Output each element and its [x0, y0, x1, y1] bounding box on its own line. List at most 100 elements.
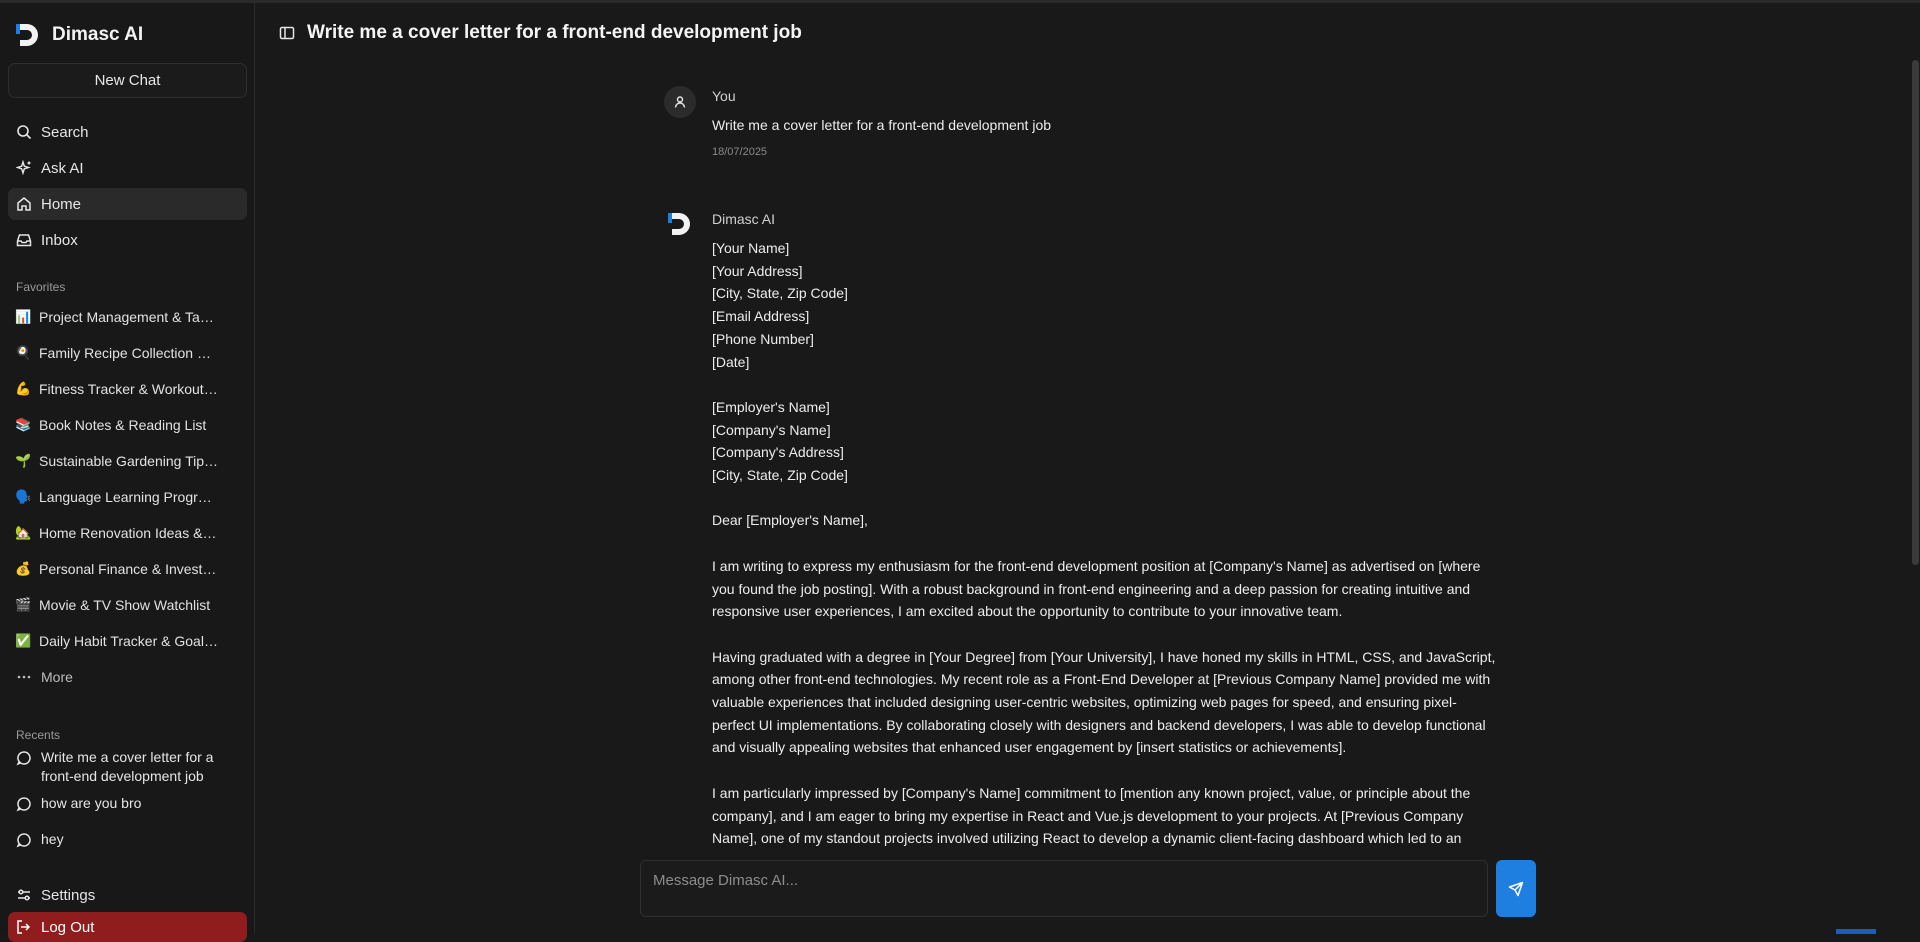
sidebar-item-ask-ai[interactable]: Ask AI — [8, 152, 247, 184]
ai-message-line: [Your Address] — [712, 262, 803, 279]
ai-message-body: [Your Name] [Your Address] [City, State, Z… — [712, 237, 1512, 847]
ai-message-line — [712, 373, 1512, 396]
recent-chat-item[interactable]: how are you bro — [8, 794, 247, 813]
favorite-item[interactable]: 🗣️ Language Learning Progress — [8, 481, 247, 513]
books-icon: 📚 — [15, 417, 32, 432]
message-input[interactable] — [653, 869, 1473, 891]
ai-message-line: [Company's Address] — [712, 444, 844, 461]
recent-chat-label: hey — [41, 831, 64, 847]
chart-icon: 📊 — [15, 309, 32, 324]
ai-message-line: perfect UI implementations. By collabora… — [712, 716, 1486, 733]
sidebar-item-label: Home — [41, 195, 82, 213]
ai-message-line: [Email Address] — [712, 308, 810, 325]
sidebar-item-search[interactable]: Search — [8, 116, 247, 148]
sidebar: Dimasc AI New Chat Search Ask AI Home In… — [0, 3, 255, 942]
user-avatar — [664, 86, 696, 118]
ai-message-line: Having graduated with a degree in [Your … — [712, 648, 1496, 665]
check-mark-icon: ✅ — [15, 633, 32, 648]
favorites-more-button[interactable]: More — [8, 661, 247, 693]
favorite-item[interactable]: 📚 Book Notes & Reading List — [8, 409, 247, 441]
toggle-sidebar-button[interactable] — [277, 23, 297, 43]
speaking-head-icon: 🗣️ — [15, 489, 32, 504]
inbox-icon — [16, 234, 32, 247]
favorite-item[interactable]: 💪 Fitness Tracker & Workout Routines — [8, 373, 247, 405]
ai-message-line — [712, 487, 1512, 510]
send-icon — [1508, 881, 1524, 896]
user-message-text: Write me a cover letter for a front-end … — [712, 117, 1052, 133]
logout-icon — [17, 920, 31, 934]
ai-message-line — [712, 623, 1512, 646]
ai-message-line: company], and I am eager to bring my exp… — [712, 807, 1464, 824]
sidebar-item-label: Ask AI — [41, 159, 84, 177]
recent-chat-label: how are you bro — [41, 795, 142, 811]
flexed-biceps-icon: 💪 — [15, 381, 32, 396]
ai-message-line: responsive user experiences, I am excite… — [712, 603, 1343, 620]
ai-message-line: Name], one of my standout projects invol… — [712, 830, 1462, 847]
chat-scrollbar-thumb[interactable] — [1912, 60, 1919, 565]
favorites-heading: Favorites — [16, 280, 66, 294]
favorite-item[interactable]: 🌱 Sustainable Gardening Tips & Plans — [8, 445, 247, 477]
favorite-item[interactable]: 📊 Project Management & Task Tracker — [8, 301, 247, 333]
brand[interactable]: Dimasc AI — [14, 19, 143, 51]
chat-title: Write me a cover letter for a front-end … — [307, 22, 802, 43]
ai-message-line: you found the job posting]. With a robus… — [712, 580, 1471, 597]
ai-message-line: valuable experiences that included desig… — [712, 694, 1457, 710]
user-message-date: 18/07/2025 — [712, 146, 768, 158]
favorite-item[interactable]: ✅ Daily Habit Tracker & Goal Setting — [8, 625, 247, 657]
settings-button[interactable]: Settings — [8, 879, 247, 911]
ai-message-line — [712, 759, 1512, 782]
sidebar-item-home[interactable]: Home — [8, 188, 247, 220]
user-message-author: You — [712, 88, 736, 104]
more-horizontal-icon — [17, 675, 31, 679]
logout-button[interactable]: Log Out — [8, 912, 247, 942]
ai-message-line: [Employer's Name] — [712, 398, 830, 415]
favorite-item[interactable]: 💰 Personal Finance & Investment Tracker — [8, 553, 247, 585]
ai-message-line: I am writing to express my enthusiasm fo… — [712, 557, 1481, 574]
favorite-label: Daily Habit Tracker & Goal Setting — [39, 633, 219, 649]
favorite-label: Personal Finance & Investment Tracker — [39, 561, 219, 577]
recent-chat-item[interactable]: Write me a cover letter for a front-end … — [8, 748, 247, 786]
favorite-item[interactable]: 🍳 Family Recipe Collection & Meal Plans — [8, 337, 247, 369]
house-icon: 🏡 — [15, 525, 32, 540]
favorite-label: Family Recipe Collection & Meal Plans — [39, 345, 219, 361]
ai-message-author: Dimasc AI — [712, 211, 776, 227]
ai-message-line: [City, State, Zip Code] — [712, 285, 848, 302]
message-composer — [640, 860, 1488, 917]
logout-label: Log Out — [41, 918, 95, 936]
chat-bubble-icon — [16, 797, 31, 812]
recent-chat-label: Write me a cover letter for a front-end … — [41, 749, 214, 784]
ai-message-line: I am particularly impressed by [Company'… — [712, 784, 1471, 801]
ai-message-line: and visually appealing websites that enh… — [712, 739, 1347, 756]
settings-label: Settings — [41, 886, 96, 904]
sidebar-item-inbox[interactable]: Inbox — [8, 224, 247, 256]
chat-bubble-icon — [16, 751, 31, 766]
ai-message-line: Dear [Employer's Name], — [712, 512, 868, 529]
recent-chat-item[interactable]: hey — [8, 830, 247, 849]
favorite-item[interactable]: 🎬 Movie & TV Show Watchlist — [8, 589, 247, 621]
sparkles-icon — [16, 160, 31, 176]
clapper-board-icon: 🎬 — [15, 597, 32, 612]
chat-header: Write me a cover letter for a front-end … — [256, 3, 1920, 63]
ai-message-line: [City, State, Zip Code] — [712, 467, 848, 484]
chat-bubble-icon — [16, 833, 31, 848]
taskbar-accent — [1836, 929, 1876, 934]
favorite-label: Home Renovation Ideas & Budget — [39, 525, 219, 541]
user-icon — [674, 96, 686, 108]
new-chat-button[interactable]: New Chat — [8, 63, 247, 98]
favorite-label: Project Management & Task Tracker — [39, 309, 219, 325]
search-icon — [17, 125, 32, 140]
ai-message-line: [Your Name] — [712, 240, 790, 256]
favorite-label: Movie & TV Show Watchlist — [39, 597, 211, 613]
cooking-icon: 🍳 — [15, 345, 32, 360]
sidebar-panel-icon — [279, 26, 295, 40]
dimasc-logo-icon — [668, 213, 690, 235]
ai-message-line: among other front-end technologies. My r… — [712, 671, 1491, 688]
favorite-label: Fitness Tracker & Workout Routines — [39, 381, 219, 397]
more-label: More — [41, 669, 73, 685]
recents-heading: Recents — [16, 728, 61, 742]
settings-sliders-icon — [18, 889, 30, 901]
ai-message-line: [Date] — [712, 353, 750, 370]
favorite-item[interactable]: 🏡 Home Renovation Ideas & Budget — [8, 517, 247, 549]
ai-message-line — [712, 532, 1512, 555]
send-button[interactable] — [1496, 860, 1536, 917]
